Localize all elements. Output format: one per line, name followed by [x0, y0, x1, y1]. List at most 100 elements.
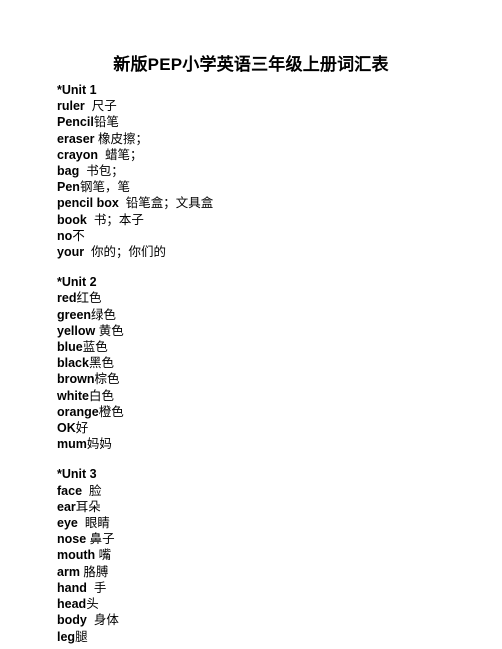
entry-english-word: orange	[57, 404, 99, 419]
entry-separator	[84, 245, 91, 259]
entry-english-word: OK	[57, 421, 76, 436]
entry-chinese-gloss: 橡皮擦；	[98, 130, 149, 146]
entry-english-word: ruler	[57, 99, 85, 114]
entry-chinese-gloss: 黄色	[98, 322, 124, 338]
vocabulary-entry: mum妈妈	[57, 436, 477, 452]
vocabulary-list: *Unit 1 ruler 尺子 Pencil铅笔 eraser 橡皮擦； crayon…	[57, 83, 477, 645]
entry-chinese-gloss: 脸	[88, 482, 102, 498]
entry-english-word: crayon	[57, 147, 98, 162]
entry-chinese-gloss: 妈妈	[86, 436, 112, 452]
vocabulary-entry: arm 胳膊	[57, 564, 477, 580]
unit-separator	[57, 452, 477, 467]
entry-separator	[119, 196, 126, 210]
entry-chinese-gloss: 黑色	[88, 355, 114, 371]
entry-english-word: yellow	[57, 323, 96, 338]
entry-english-word: body	[57, 613, 87, 628]
vocabulary-entry: no不	[57, 228, 477, 244]
entry-chinese-gloss: 嘴	[98, 547, 112, 563]
vocabulary-entry: ear耳朵	[57, 499, 477, 515]
vocabulary-entry: crayon 蜡笔；	[57, 147, 477, 163]
unit-block: *Unit 2 red红色 green绿色 yellow 黄色 blue蓝色 black黑…	[57, 275, 477, 452]
vocabulary-entry: book 书；本子	[57, 212, 477, 228]
vocabulary-entry: hand 手	[57, 580, 477, 596]
vocabulary-entry: black黑色	[57, 355, 477, 371]
entry-english-word: pencil box	[57, 196, 119, 211]
vocabulary-entry: white白色	[57, 388, 477, 404]
vocabulary-entry: your 你的；你们的	[57, 244, 477, 260]
entry-chinese-gloss: 橙色	[98, 403, 124, 419]
vocabulary-entry: mouth 嘴	[57, 547, 477, 563]
unit-block: *Unit 1 ruler 尺子 Pencil铅笔 eraser 橡皮擦； crayon…	[57, 83, 477, 260]
entry-chinese-gloss: 手	[93, 579, 107, 595]
page-title: 新版PEP小学英语三年级上册词汇表	[113, 55, 389, 74]
unit-heading: *Unit 3	[57, 467, 97, 482]
entry-english-word: black	[57, 356, 89, 371]
vocabulary-entry: green绿色	[57, 307, 477, 323]
entry-chinese-gloss: 好	[75, 420, 89, 436]
vocabulary-entry: leg腿	[57, 629, 477, 645]
entry-chinese-gloss: 蜡笔；	[104, 146, 143, 162]
vocabulary-entry: head头	[57, 596, 477, 612]
vocabulary-entry: OK好	[57, 420, 477, 436]
entry-separator	[87, 213, 94, 227]
entry-chinese-gloss: 书；本子	[93, 211, 144, 227]
entry-english-word: ear	[57, 499, 76, 514]
entry-chinese-gloss: 不	[72, 227, 85, 243]
entry-chinese-gloss: 鼻子	[89, 531, 115, 547]
entry-separator	[87, 613, 94, 627]
entry-english-word: head	[57, 597, 87, 612]
entry-english-word: brown	[57, 372, 95, 387]
vocabulary-entry: nose 鼻子	[57, 531, 477, 547]
entry-english-word: nose	[57, 532, 87, 547]
entry-english-word: red	[57, 291, 77, 306]
entry-chinese-gloss: 头	[86, 596, 99, 612]
entry-english-word: mum	[57, 437, 87, 452]
entry-separator	[82, 484, 89, 498]
vocabulary-entry: eraser 橡皮擦；	[57, 131, 477, 147]
entry-english-word: no	[57, 228, 73, 243]
entry-chinese-gloss: 棕色	[94, 371, 120, 387]
entry-chinese-gloss: 书包；	[86, 163, 124, 179]
unit-block: *Unit 3 face 脸 ear耳朵 eye 眼睛 nose 鼻子 mouth 嘴 ar…	[57, 467, 477, 644]
entry-english-word: blue	[57, 340, 83, 355]
entry-separator	[98, 148, 105, 162]
entry-english-word: arm	[57, 564, 80, 579]
vocabulary-entry: brown棕色	[57, 371, 477, 387]
unit-heading: *Unit 1	[57, 83, 97, 97]
vocabulary-entry: ruler 尺子	[57, 98, 477, 114]
vocabulary-entry: Pen钢笔，笔	[57, 179, 477, 195]
entry-english-word: book	[57, 212, 87, 227]
entry-english-word: green	[57, 307, 92, 322]
entry-chinese-gloss: 绿色	[91, 306, 117, 322]
entry-english-word: bag	[57, 164, 80, 179]
entry-english-word: face	[57, 483, 83, 498]
vocabulary-entry: red红色	[57, 290, 477, 306]
entry-chinese-gloss: 红色	[76, 290, 102, 306]
vocabulary-entry: face 脸	[57, 483, 477, 499]
entry-chinese-gloss: 白色	[88, 387, 114, 403]
entry-chinese-gloss: 铅笔	[93, 114, 119, 130]
entry-english-word: your	[57, 245, 85, 260]
entry-english-word: hand	[57, 580, 87, 595]
document-page: 新版PEP小学英语三年级上册词汇表 *Unit 1 ruler 尺子 Pencil铅…	[0, 0, 502, 649]
vocabulary-entry: pencil box 铅笔盒；文具盒	[57, 195, 477, 211]
entry-chinese-gloss: 胳膊	[83, 563, 109, 579]
vocabulary-entry: Pencil铅笔	[57, 114, 477, 130]
vocabulary-entry: orange橙色	[57, 404, 477, 420]
entry-english-word: mouth	[57, 548, 96, 563]
entry-chinese-gloss: 你的；你们的	[91, 244, 167, 260]
vocabulary-entry: blue蓝色	[57, 339, 477, 355]
entry-chinese-gloss: 铅笔盒；文具盒	[125, 195, 214, 211]
entry-english-word: white	[57, 388, 89, 403]
entry-chinese-gloss: 尺子	[91, 98, 117, 114]
unit-heading: *Unit 2	[57, 275, 97, 290]
entry-english-word: Pencil	[57, 115, 94, 130]
vocabulary-entry: eye 眼睛	[57, 515, 477, 531]
entry-chinese-gloss: 眼睛	[84, 515, 110, 531]
entry-separator	[85, 99, 92, 113]
entry-english-word: eraser	[57, 131, 95, 146]
entry-chinese-gloss: 耳朵	[75, 498, 101, 514]
entry-english-word: eye	[57, 516, 78, 531]
entry-chinese-gloss: 蓝色	[82, 339, 108, 355]
vocabulary-entry: yellow 黄色	[57, 323, 477, 339]
